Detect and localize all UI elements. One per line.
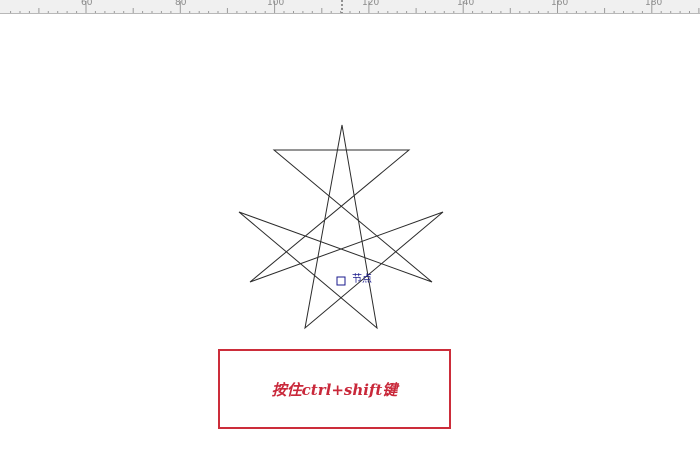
ruler-label-60: 60 <box>81 0 93 8</box>
hint-box: 按住ctrl+shift键 <box>218 349 451 429</box>
drawing-application: 60 80 100 120 140 160 180 节点 按住ctrl+shif… <box>0 0 700 450</box>
ruler-label-100: 100 <box>267 0 285 8</box>
horizontal-ruler[interactable]: 60 80 100 120 140 160 180 <box>0 0 700 14</box>
node-label: 节点 <box>352 274 372 285</box>
ruler-label-80: 80 <box>175 0 187 8</box>
ruler-label-120: 120 <box>362 0 380 8</box>
ruler-label-140: 140 <box>457 0 475 8</box>
ruler-label-180: 180 <box>645 0 663 8</box>
drawing-canvas[interactable]: 节点 按住ctrl+shift键 <box>0 14 700 450</box>
hint-text: 按住ctrl+shift键 <box>271 380 398 399</box>
node-handle[interactable] <box>336 276 346 286</box>
star-shape[interactable] <box>238 124 444 330</box>
ruler-ticks <box>10 0 700 13</box>
ruler-label-160: 160 <box>551 0 569 8</box>
